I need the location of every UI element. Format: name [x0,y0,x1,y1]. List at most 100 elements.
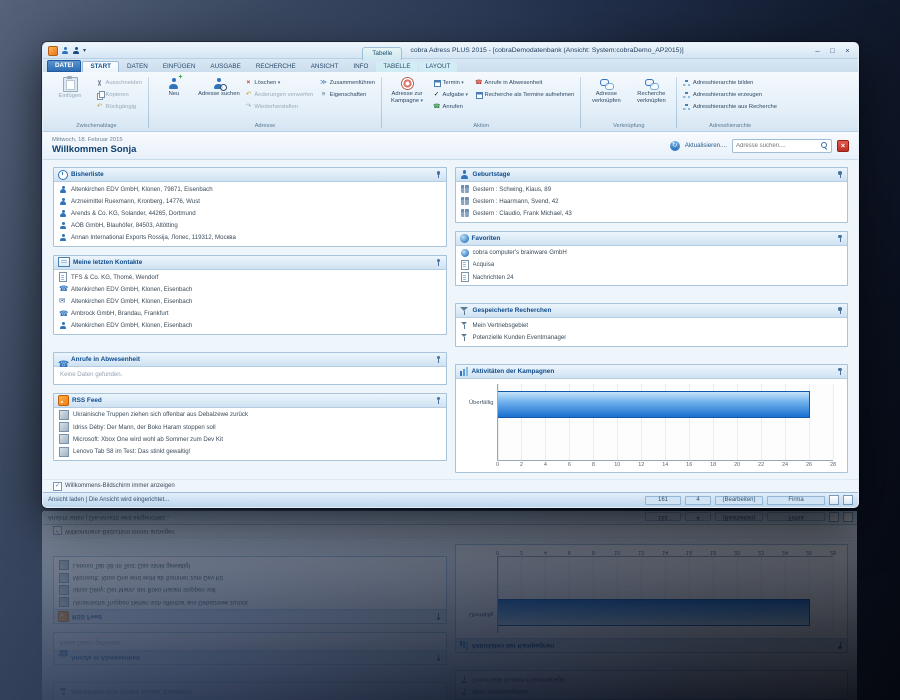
adresshierarchie-bilden-button[interactable]: Adresshierarchie bilden [681,77,779,88]
view-mode-icon[interactable] [829,495,839,505]
list-item[interactable]: Altenkirchen EDV GmbH, Klonen, Eisenbach [56,320,444,332]
adresshierarchie-aus-recherche-button[interactable]: Adresshierarchie aus Recherche [681,101,779,112]
list-item[interactable]: Idriss Déby: Der Mann, der Boko Haram st… [56,421,444,433]
ribbon-tab-ansicht[interactable]: ANSICHT [304,62,346,73]
aufgabe-button[interactable]: ✓ Aufgabe [431,89,470,100]
list-item[interactable]: Ukrainische Truppen ziehen sich offenbar… [56,409,444,421]
list-item[interactable]: Altenkirchen EDV GmbH, Klonen, Eisenbach [56,283,444,295]
anrufen-button[interactable]: Anrufen [431,101,470,112]
loeschen-button[interactable]: Löschen [243,77,315,88]
aenderungen-verwerfen-button[interactable]: Änderungen verwerfen [243,89,315,100]
ribbon-tab-einfügen[interactable]: EINFÜGEN [156,62,203,73]
ribbon-tab-recherche[interactable]: RECHERCHE [249,62,303,73]
adresse-verknuepfen-button[interactable]: Adresse verknüpfen [585,75,627,104]
search-address-qat-icon[interactable] [72,47,80,55]
neu-button[interactable]: + Neu [153,74,195,98]
ribbon-tab-start[interactable]: START [82,60,119,72]
status-cell-mode[interactable]: (Bearbeiten) [715,495,763,505]
panel-header-recherchen[interactable]: Gespeicherte Recherchen [455,304,847,319]
chart-x-tick-label: 0 [495,461,500,468]
list-item[interactable]: Arends & Co. KG, Solander, 44265, Dortmu… [56,207,444,219]
list-item[interactable]: Nachrichten 24 [458,271,846,283]
adresse-zur-kampagne-button[interactable]: Adresse zur Kampagne [386,75,428,104]
ausschneiden-button[interactable]: Ausschneiden [94,77,144,88]
wiederherstellen-button[interactable]: Wiederherstellen [243,101,315,112]
status-cell-level[interactable]: Firma [767,495,825,505]
aenderungen-verwerfen-label: Änderungen verwerfen [254,91,314,98]
layout-mode-icon[interactable] [843,495,853,505]
refresh-label[interactable]: Aktualisieren.... [685,142,727,149]
qat-dropdown-icon[interactable]: ▾ [83,47,86,54]
new-person-icon: + [167,74,182,90]
panel-header-bisherliste[interactable]: Bisherliste [54,168,446,182]
ribbon-tab-info[interactable]: INFO [346,62,375,73]
zusammenfuehren-button[interactable]: Zusammenführen [318,77,377,88]
pin-icon[interactable] [435,171,442,179]
ribbon-tab-datei[interactable]: DATEI [47,59,82,72]
ribbon: Einfügen Ausschneiden Kopieren Rückgängi… [43,72,858,132]
minimize-button[interactable]: – [812,46,823,55]
status-cell-record-count[interactable]: 161 [645,495,681,505]
pin-icon[interactable] [836,234,843,242]
window-controls: – □ × [812,46,853,55]
adresse-suchen-button[interactable]: Adresse suchen [198,75,240,98]
pin-icon[interactable] [435,396,442,404]
list-item[interactable]: Gestern : Schwing, Klaus, 89 [458,183,846,195]
anrufe-in-abwesenheit-button[interactable]: Anrufe in Abwesenheit [473,77,576,88]
properties-icon [320,91,327,98]
termin-button[interactable]: Termin [431,77,470,88]
recherchen-list: Mein Vertriebsgebiet Potenzielle Kunden E… [456,318,848,345]
list-item[interactable]: Gestern : Claudio, Frank Michael, 43 [458,207,846,219]
list-item[interactable]: Lenovo Tab S8 im Test: Das stinkt gewalt… [56,445,444,457]
restore-button[interactable]: □ [827,46,838,55]
list-item[interactable]: Ambrock GmbH, Brandau, Frankfurt [56,308,444,320]
pin-icon[interactable] [836,171,843,179]
kopieren-button[interactable]: Kopieren [94,89,144,100]
list-item[interactable]: Acquisa [458,259,846,271]
panel-header-kontakte[interactable]: Meine letzten Kontakte [54,255,446,270]
list-item[interactable]: Altenkirchen EDV GmbH, Klonen, Eisenbach [56,295,444,307]
address-search-input[interactable] [736,142,818,149]
list-item[interactable]: TFS & Co. KG, Thomé, Wendorf [56,271,444,283]
panel-header-favoriten[interactable]: Favoriten [455,231,847,246]
list-item[interactable]: Gestern : Haarmann, Svend, 42 [458,195,846,207]
rueckgaengig-button[interactable]: Rückgängig [94,101,144,112]
panel-geburtstage: Geburtstage Gestern : Schwing, Klaus, 89… [454,167,848,223]
contextual-tab-group[interactable]: Tabelle [362,46,403,60]
panel-header-rss[interactable]: RSS Feed [54,393,446,408]
list-item[interactable]: Microsoft: Xbox One wird wohl ab Sommer … [56,433,444,445]
list-item[interactable]: AOB GmbH, Blauhöfer, 84503, Altötting [56,220,444,232]
pin-icon[interactable] [435,355,442,363]
list-item[interactable]: cobra computer's brainware GmbH [458,247,846,259]
list-item[interactable]: Annan International Exports Rossija, Лоп… [56,232,444,244]
ribbon-tab-ausgabe[interactable]: AUSGABE [203,62,247,73]
chart-gridline [833,383,834,460]
status-cell-selection-count[interactable]: 4 [685,495,711,505]
einfuegen-button[interactable]: Einfügen [49,75,91,100]
aufgabe-label: Aufgabe [443,92,469,98]
panel-header-kampagnen[interactable]: Aktivitäten der Kampagnen [455,364,847,379]
ribbon-tab-tabelle[interactable]: TABELLE [376,61,418,72]
new-address-qat-icon[interactable] [61,47,69,55]
ribbon-tab-layout[interactable]: LAYOUT [418,61,458,72]
ribbon-tab-daten[interactable]: DATEN [120,62,155,73]
search-icon[interactable] [820,142,828,150]
close-button[interactable]: × [842,46,853,55]
recherche-als-termine-button[interactable]: Recherche als Termine aufnehmen [473,89,576,100]
eigenschaften-button[interactable]: Eigenschaften [318,89,377,100]
panel-header-anrufe[interactable]: Anrufe in Abwesenheit [54,352,446,367]
pin-icon[interactable] [836,307,843,315]
refresh-icon[interactable]: ↻ [669,140,680,151]
list-item[interactable]: Mein Vertriebsgebiet [458,319,846,331]
list-item[interactable]: Arzneimittel Ruexmann, Kronberg, 14776, … [56,195,444,207]
list-item[interactable]: Altenkirchen EDV GmbH, Klonen, 79871, Ei… [56,183,444,195]
pin-icon[interactable] [435,258,442,266]
recherche-verknuepfen-button[interactable]: Recherche verknüpfen [630,75,672,104]
close-welcome-button[interactable]: × [837,139,849,152]
list-item[interactable]: Potenzielle Kunden Eventmanager [458,331,846,343]
welcome-screen-checkbox[interactable]: ✓ [53,481,62,491]
panel-header-geburtstage[interactable]: Geburtstage [455,168,847,182]
adresshierarchie-erzeugen-button[interactable]: Adresshierarchie erzeugen [681,89,779,100]
app-icon[interactable] [48,45,58,56]
pin-icon[interactable] [836,367,843,375]
